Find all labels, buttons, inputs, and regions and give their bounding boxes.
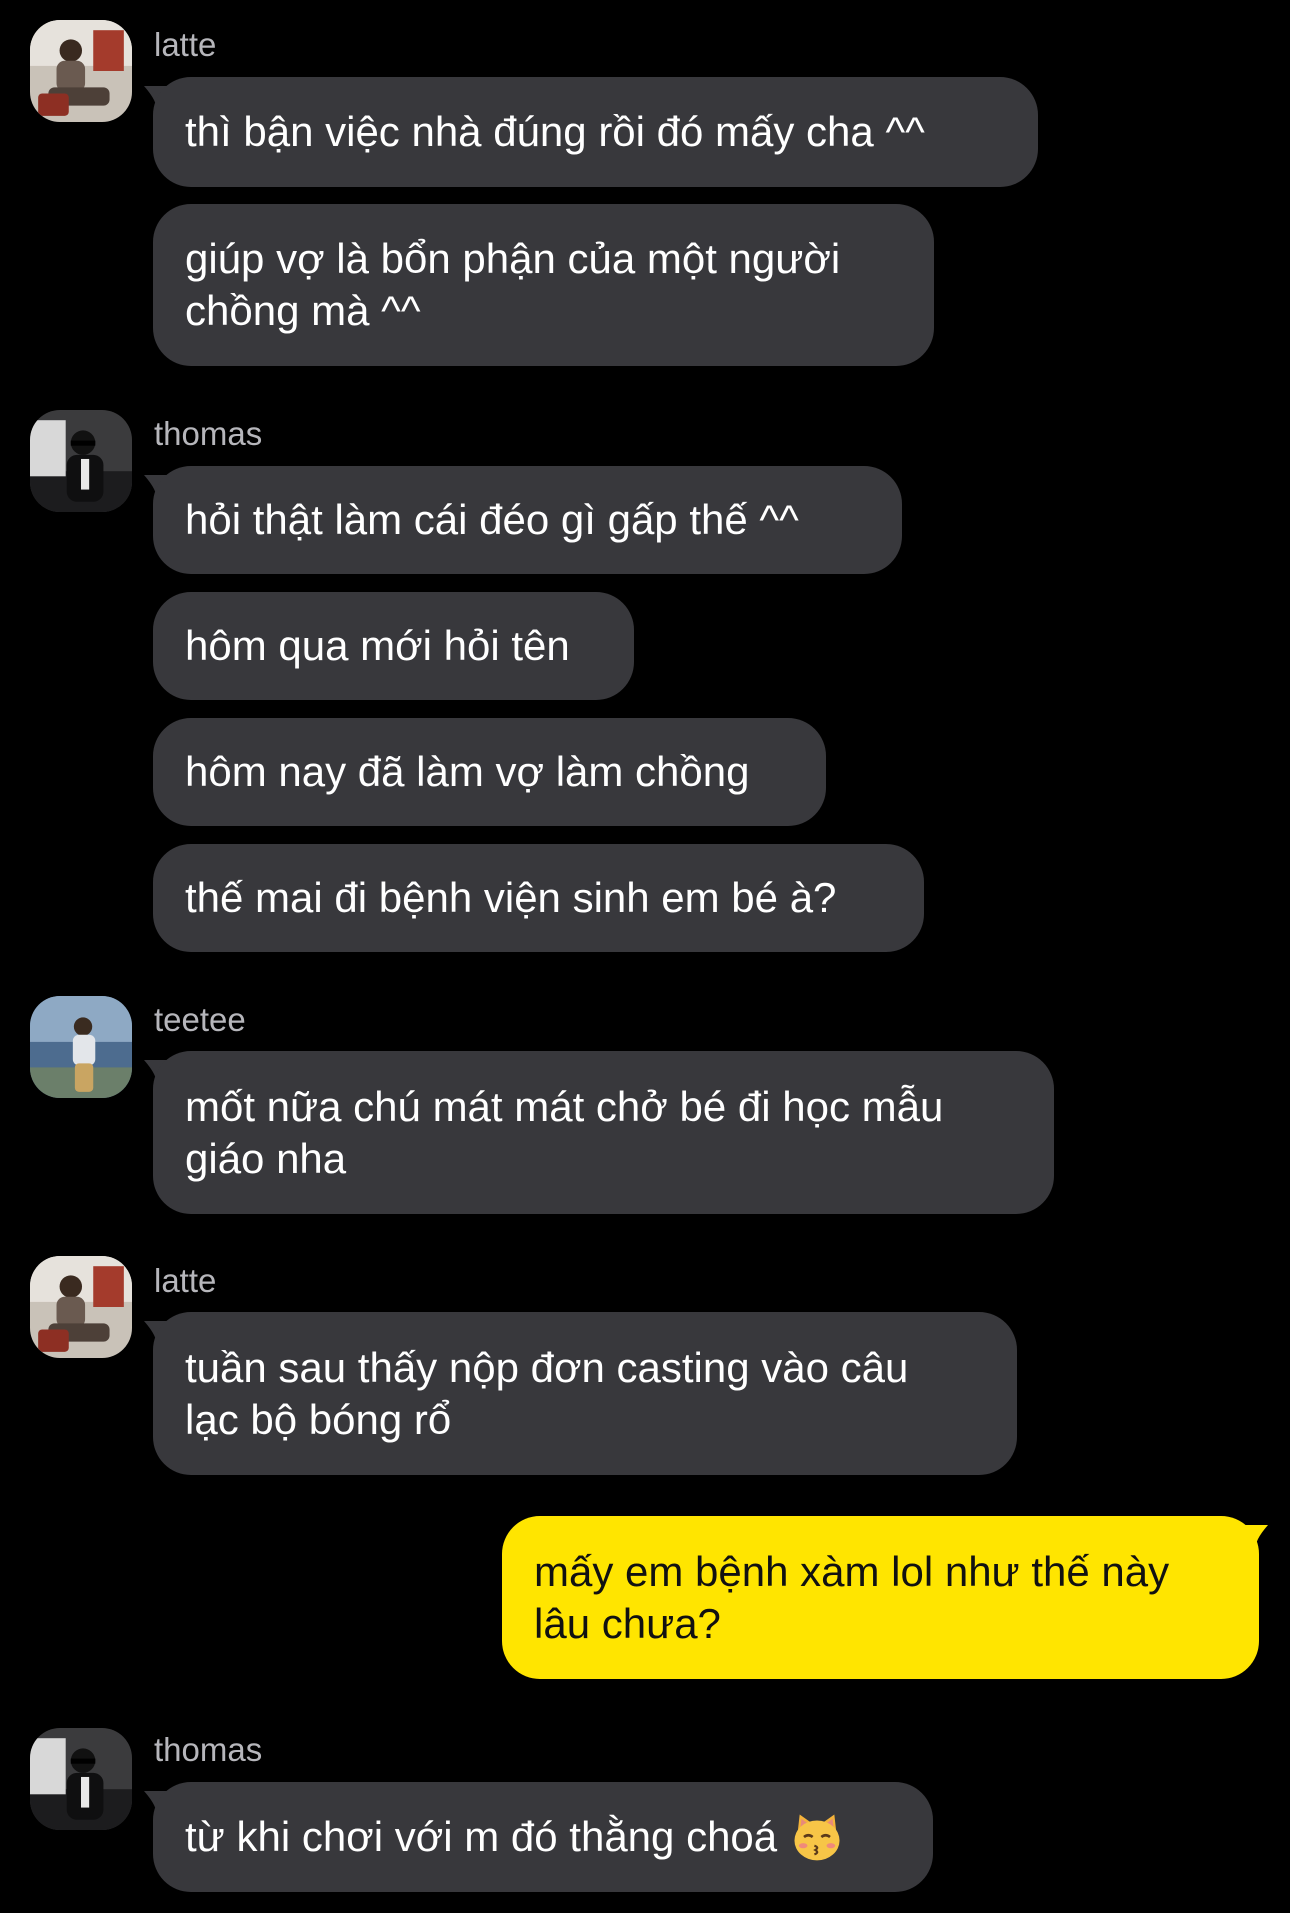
message-bubble[interactable]: hôm qua mới hỏi tên (153, 592, 634, 700)
message-text: thế mai đi bệnh viện sinh em bé à? (185, 874, 837, 921)
sender-name: latte (154, 1262, 217, 1299)
avatar-photo-teetee-icon (30, 996, 132, 1098)
message-text: tuần sau thấy nộp đơn casting vào câu lạ… (185, 1343, 909, 1443)
message-text: từ khi chơi với m đó thằng choá (185, 1811, 843, 1863)
avatar-latte[interactable] (30, 20, 132, 122)
message-bubble[interactable]: hôm nay đã làm vợ làm chồng (153, 718, 826, 826)
message-text: hỏi thật làm cái đéo gì gấp thế ^^ (185, 496, 799, 543)
sender-name: thomas (154, 1731, 263, 1768)
bubble-tail-icon (1238, 1525, 1268, 1549)
message-text: mấy em bệnh xàm lol như thế này lâu chưa… (534, 1547, 1170, 1647)
message-bubble[interactable]: mốt nữa chú mát mát chở bé đi học mẫu gi… (153, 1051, 1054, 1214)
message-text: hôm qua mới hỏi tên (185, 622, 570, 669)
message-bubble[interactable]: hỏi thật làm cái đéo gì gấp thế ^^ (153, 466, 902, 574)
message-bubble[interactable]: giúp vợ là bổn phận của một người chồng … (153, 204, 934, 366)
message-text: thì bận việc nhà đúng rồi đó mấy cha ^^ (185, 108, 925, 155)
message-text: giúp vợ là bổn phận của một người chồng … (185, 235, 841, 334)
sender-name: teetee (154, 1001, 246, 1038)
kissing-cat-emoji-icon (794, 1814, 840, 1861)
message-text-content: từ khi chơi với m đó thằng choá (185, 1813, 778, 1860)
message-bubble[interactable]: thì bận việc nhà đúng rồi đó mấy cha ^^ (153, 77, 1038, 187)
avatar-teetee[interactable] (30, 996, 132, 1098)
avatar-latte[interactable] (30, 1256, 132, 1358)
my-message-bubble[interactable]: mấy em bệnh xàm lol như thế này lâu chưa… (502, 1516, 1259, 1679)
message-bubble[interactable]: thế mai đi bệnh viện sinh em bé à? (153, 844, 924, 952)
avatar-thomas[interactable] (30, 1728, 132, 1830)
avatar-photo-latte-icon (30, 20, 132, 122)
avatar-photo-thomas-icon (30, 1728, 132, 1830)
avatar-photo-thomas-icon (30, 410, 132, 512)
sender-name: latte (154, 26, 217, 63)
message-bubble[interactable]: từ khi chơi với m đó thằng choá (153, 1782, 933, 1892)
sender-name: thomas (154, 415, 263, 452)
message-text: mốt nữa chú mát mát chở bé đi học mẫu gi… (185, 1082, 944, 1182)
message-bubble[interactable]: tuần sau thấy nộp đơn casting vào câu lạ… (153, 1312, 1017, 1475)
avatar-thomas[interactable] (30, 410, 132, 512)
message-text: hôm nay đã làm vợ làm chồng (185, 748, 750, 795)
avatar-photo-latte-icon (30, 1256, 132, 1358)
